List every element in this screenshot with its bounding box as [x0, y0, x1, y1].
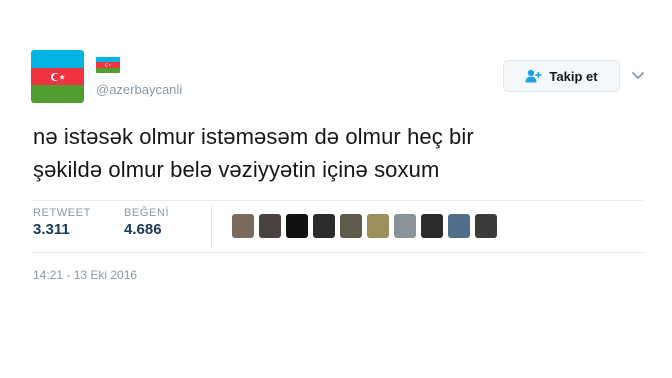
retweet-label: RETWEET	[33, 207, 91, 219]
stat-separator	[211, 206, 212, 248]
follow-button[interactable]: Takip et	[503, 60, 620, 92]
tweet-card: @azerbaycanli Takip et nə istəsək olmur …	[0, 0, 672, 378]
retweet-count: 3.311	[33, 221, 70, 238]
tweet-text-line: nə istəsək olmur istəməsəm də olmur heç …	[33, 124, 474, 149]
tweet-text-line: şəkildə olmur belə vəziyyətin içinə soxu…	[33, 157, 440, 182]
retweet-stat[interactable]: RETWEET 3.311	[33, 207, 91, 238]
liker-avatar[interactable]	[313, 214, 335, 238]
azerbaijan-flag-icon	[96, 57, 120, 73]
tweet-text: nə istəsək olmur istəməsəm də olmur heç …	[33, 120, 643, 186]
divider	[33, 252, 645, 253]
display-name-flag[interactable]	[96, 57, 120, 73]
chevron-down-icon[interactable]	[630, 67, 646, 83]
liker-avatar[interactable]	[394, 214, 416, 238]
like-count: 4.686	[124, 221, 162, 238]
divider	[33, 200, 645, 201]
user-avatar[interactable]	[31, 50, 84, 103]
tweet-timestamp[interactable]: 14:21 - 13 Eki 2016	[33, 268, 137, 282]
liker-avatar[interactable]	[286, 214, 308, 238]
liker-avatar[interactable]	[475, 214, 497, 238]
user-handle[interactable]: @azerbaycanli	[96, 82, 182, 97]
liker-avatars	[232, 214, 497, 242]
azerbaijan-flag-icon	[31, 50, 84, 103]
liker-avatar[interactable]	[259, 214, 281, 238]
follow-button-label: Takip et	[549, 68, 598, 84]
liker-avatar[interactable]	[232, 214, 254, 238]
like-label: BEĞENİ	[124, 207, 170, 219]
liker-avatar[interactable]	[421, 214, 443, 238]
add-user-icon	[525, 69, 542, 83]
like-stat[interactable]: BEĞENİ 4.686	[124, 207, 169, 238]
liker-avatar[interactable]	[448, 214, 470, 238]
liker-avatar[interactable]	[367, 214, 389, 238]
liker-avatar[interactable]	[340, 214, 362, 238]
